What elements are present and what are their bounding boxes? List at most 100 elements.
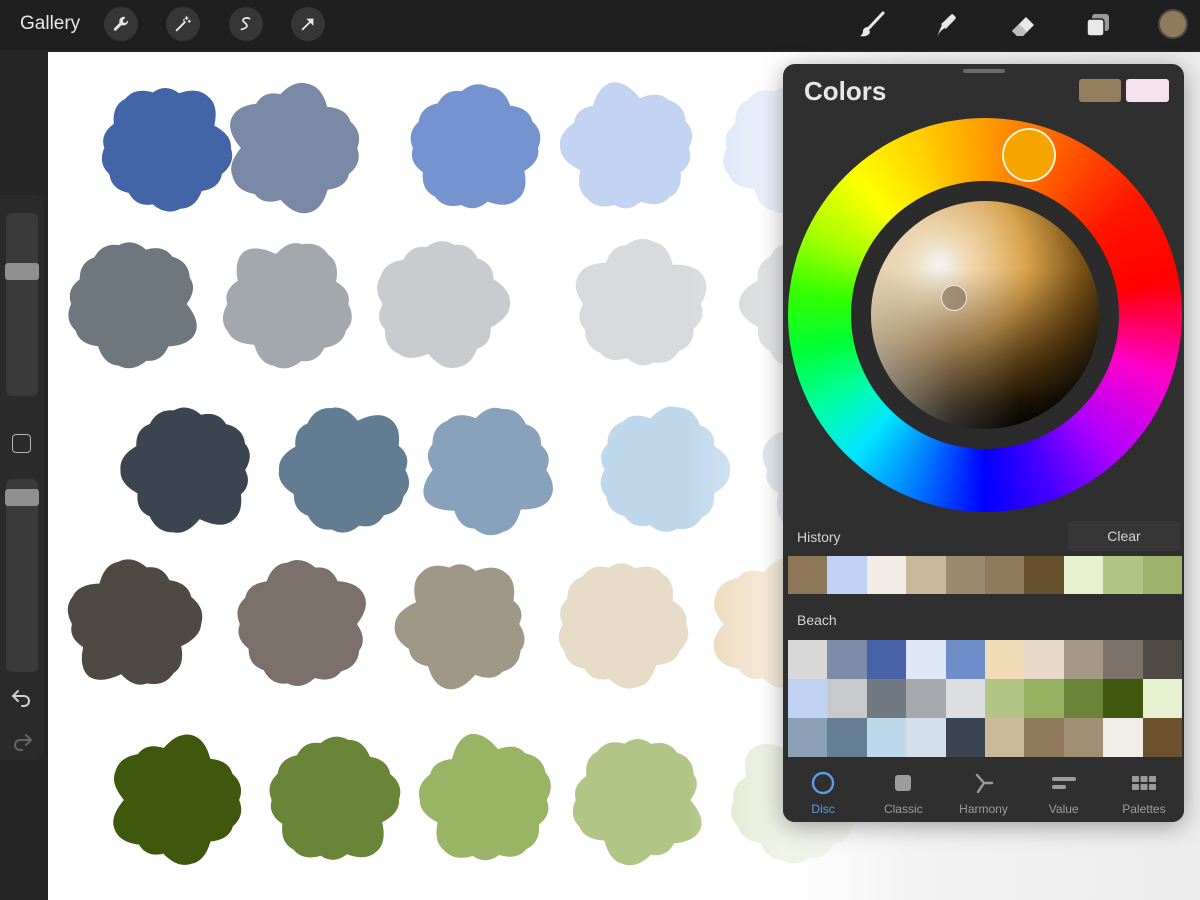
undo-icon[interactable] [10, 688, 34, 708]
eraser-icon[interactable] [1007, 9, 1039, 41]
left-sidebar [0, 195, 44, 760]
palette-swatch[interactable] [1142, 718, 1182, 757]
paint-blob [269, 736, 401, 860]
tab-label: Classic [883, 802, 923, 816]
current-color-button[interactable] [1158, 9, 1188, 39]
palette-swatch[interactable] [1142, 679, 1182, 718]
paint-blob [575, 238, 707, 366]
palette-swatch[interactable] [1142, 640, 1182, 679]
tab-palettes[interactable]: Palettes [1104, 762, 1184, 822]
palette-swatch[interactable] [1024, 679, 1064, 718]
brush-icon[interactable] [856, 9, 888, 41]
history-swatch[interactable] [945, 556, 986, 594]
palette-swatch[interactable] [827, 718, 867, 757]
paint-blob [120, 407, 250, 533]
palette-swatch[interactable] [945, 718, 985, 757]
wrench-icon[interactable] [104, 7, 138, 41]
modify-button[interactable] [12, 434, 31, 453]
palette-swatch[interactable] [866, 718, 907, 757]
history-label: History [797, 529, 841, 545]
harmony-icon [971, 770, 997, 796]
palette-swatch[interactable] [1103, 640, 1143, 679]
palette-swatch[interactable] [788, 679, 828, 718]
palette-swatch[interactable] [1024, 718, 1064, 757]
primary-color-swatch[interactable] [1079, 79, 1121, 102]
tab-harmony[interactable]: Harmony [943, 762, 1023, 822]
paint-blob [559, 82, 693, 209]
palette-swatch[interactable] [906, 640, 946, 679]
palette-swatch[interactable] [906, 679, 946, 718]
paint-blob [572, 738, 702, 866]
history-swatch[interactable] [1063, 556, 1104, 594]
history-swatch[interactable] [827, 556, 867, 594]
smudge-icon[interactable] [930, 9, 962, 41]
palette-swatch[interactable] [945, 679, 985, 718]
tab-disc[interactable]: Disc [783, 762, 863, 822]
magic-wand-icon[interactable] [166, 7, 200, 41]
paint-blob [67, 559, 203, 685]
paint-blob [222, 243, 352, 369]
history-swatch[interactable] [1024, 556, 1064, 594]
palette-swatch[interactable] [1103, 679, 1143, 718]
history-swatches [788, 556, 1183, 594]
brush-opacity-thumb[interactable] [5, 489, 39, 506]
selection-icon[interactable] [229, 7, 263, 41]
paint-blob [410, 84, 541, 209]
top-toolbar: Gallery [0, 0, 1200, 50]
palette-swatch[interactable] [866, 679, 907, 718]
history-swatch[interactable] [866, 556, 907, 594]
hue-knob[interactable] [1002, 128, 1056, 182]
palette-swatch[interactable] [1063, 718, 1104, 757]
redo-icon[interactable] [10, 732, 34, 752]
tab-label: Disc [811, 802, 835, 816]
palette-swatch[interactable] [827, 679, 867, 718]
secondary-color-swatch[interactable] [1126, 79, 1169, 102]
paint-blob [237, 559, 366, 686]
palette-swatch[interactable] [945, 640, 985, 679]
brush-size-thumb[interactable] [5, 263, 39, 280]
palette-swatch[interactable] [1063, 640, 1104, 679]
transform-arrow-icon[interactable] [291, 7, 325, 41]
value-sliders-icon [1051, 770, 1077, 796]
history-swatch[interactable] [1142, 556, 1183, 594]
panel-grabber[interactable] [963, 69, 1005, 73]
history-swatch[interactable] [906, 556, 946, 594]
history-swatch[interactable] [1103, 556, 1143, 594]
palette-swatch[interactable] [985, 718, 1025, 757]
hue-ring-inner [851, 181, 1119, 449]
paint-blob [423, 407, 554, 536]
hue-ring[interactable] [788, 118, 1182, 512]
clear-history-button[interactable]: Clear [1068, 521, 1180, 551]
palette-swatch[interactable] [1103, 718, 1143, 757]
colors-panel: Colors History Clear Beach Disc Classic [783, 64, 1184, 822]
paint-blob [230, 82, 360, 214]
gallery-button[interactable]: Gallery [20, 13, 80, 35]
panel-title: Colors [804, 76, 887, 106]
layers-icon[interactable] [1082, 9, 1114, 41]
palette-swatch[interactable] [788, 718, 828, 757]
history-swatch[interactable] [788, 556, 828, 594]
paint-blob [418, 733, 551, 861]
brush-size-slider[interactable] [5, 213, 39, 396]
palette-name: Beach [797, 612, 837, 628]
paint-blob [101, 87, 233, 212]
palette-swatch[interactable] [906, 718, 946, 757]
history-swatch[interactable] [985, 556, 1025, 594]
palette-swatch[interactable] [866, 640, 907, 679]
palette-swatch[interactable] [1063, 679, 1104, 718]
paint-blob [278, 407, 410, 533]
paint-blob [376, 241, 511, 369]
palette-swatch[interactable] [985, 679, 1025, 718]
palette-swatch[interactable] [827, 640, 867, 679]
palette-swatch[interactable] [788, 640, 828, 679]
palette-swatch[interactable] [985, 640, 1025, 679]
palette-swatch[interactable] [1024, 640, 1064, 679]
brush-opacity-slider[interactable] [5, 479, 39, 672]
saturation-brightness-disc[interactable] [871, 201, 1099, 429]
paint-blob [394, 564, 525, 690]
tab-classic[interactable]: Classic [863, 762, 943, 822]
tab-value[interactable]: Value [1024, 762, 1104, 822]
color-mode-tabs: Disc Classic Harmony Value Palettes [783, 762, 1184, 822]
paint-blob [113, 734, 242, 865]
tab-label: Palettes [1122, 802, 1166, 816]
